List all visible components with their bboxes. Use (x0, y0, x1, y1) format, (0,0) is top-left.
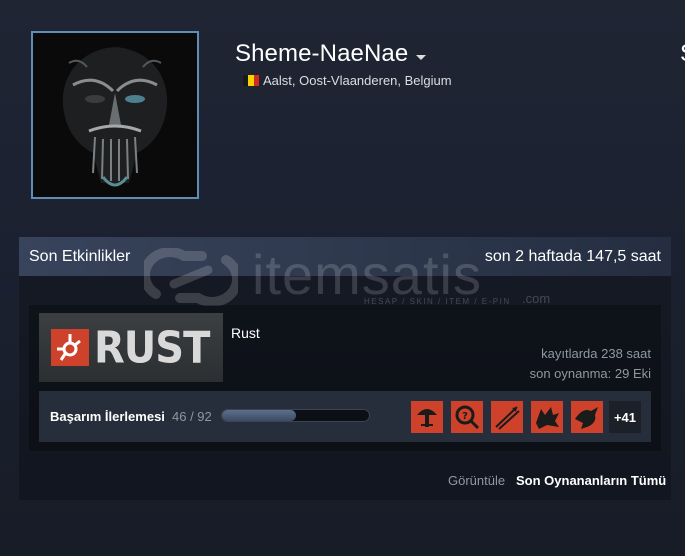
recent-activity-header: Son Etkinlikler son 2 haftada 147,5 saat (19, 237, 671, 276)
profile-avatar[interactable] (31, 31, 199, 199)
view-all-recent-games-link[interactable]: Son Oynananların Tümü (516, 473, 666, 488)
achievement-progress-label[interactable]: Başarım İlerlemesi (50, 409, 165, 424)
bird-icon[interactable] (571, 401, 603, 433)
achievement-progress-fill (222, 410, 296, 421)
recent-activity-hours: son 2 haftada 147,5 saat (484, 248, 661, 265)
cropped-text: S (680, 40, 685, 68)
game-playtime: kayıtlarda 238 saat (541, 346, 651, 361)
game-capsule-image[interactable]: RUST (39, 313, 223, 382)
question-search-icon[interactable]: ? (451, 401, 483, 433)
profile-location: Aalst, Oost-Vlaanderen, Belgium (263, 73, 452, 88)
belgium-flag-icon (243, 75, 259, 86)
chevron-down-icon[interactable] (416, 55, 426, 60)
viking-face-icon (33, 33, 197, 197)
recent-activity-title: Son Etkinlikler (29, 248, 131, 265)
svg-text:?: ? (462, 411, 468, 422)
arrows-icon[interactable] (491, 401, 523, 433)
mushroom-icon[interactable] (411, 401, 443, 433)
achievement-progress-track (221, 409, 370, 422)
view-label: Görüntüle (448, 473, 506, 488)
wolf-icon[interactable] (531, 401, 563, 433)
game-last-played: son oynanma: 29 Eki (529, 366, 651, 381)
game-name-link[interactable]: Rust (231, 325, 260, 341)
rust-logo-icon (51, 329, 89, 366)
persona-name[interactable]: Sheme-NaeNae (235, 40, 408, 68)
game-logo-text: RUST (94, 323, 210, 374)
achievement-count: 46 / 92 (172, 409, 212, 424)
more-achievements-badge[interactable]: +41 (609, 401, 641, 433)
